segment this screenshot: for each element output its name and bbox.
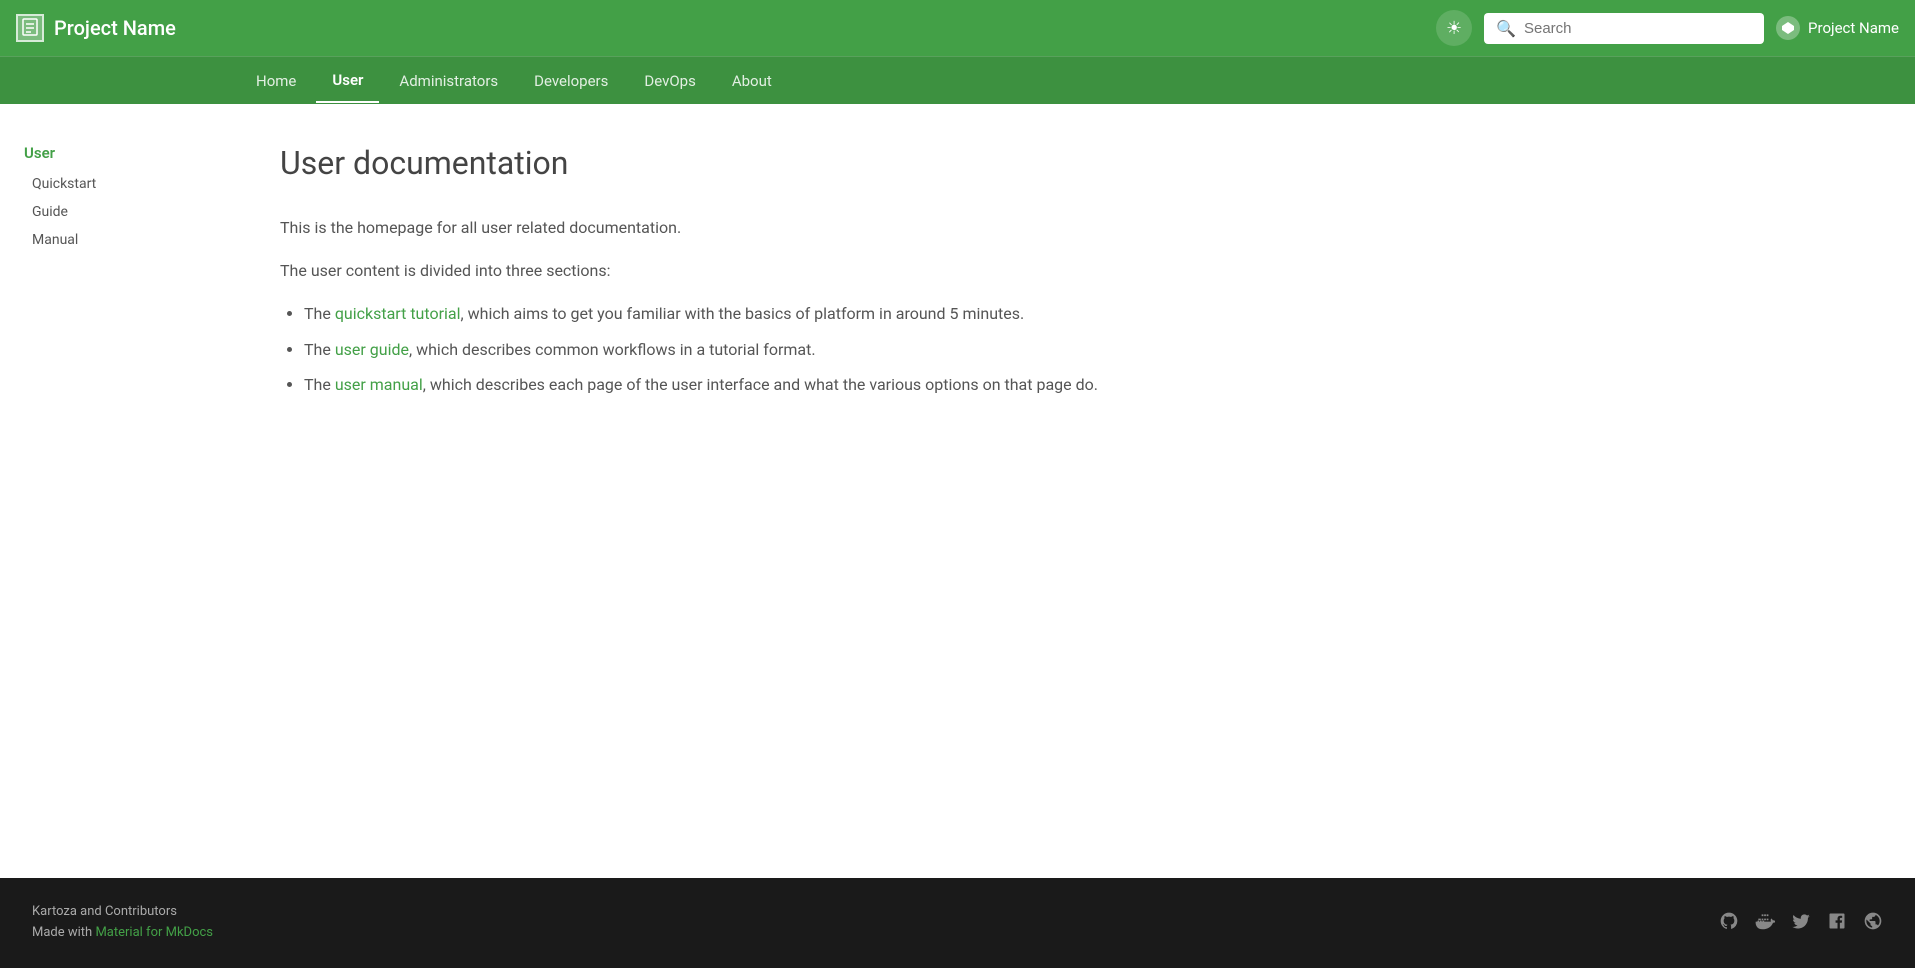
footer-made-with: Made with Material for MkDocs [32,923,213,944]
theme-toggle-button[interactable]: ☀ [1436,10,1472,46]
user-guide-link[interactable]: user guide [335,340,409,359]
sidebar-heading: User [24,144,216,162]
footer-icons [1719,911,1883,936]
content-list: The quickstart tutorial, which aims to g… [304,300,1100,398]
project-name: Project Name [54,16,176,40]
docker-icon[interactable] [1755,911,1775,936]
intro-paragraph-1: This is the homepage for all user relate… [280,214,1100,241]
list-item-prefix-1: The [304,304,335,323]
list-item-manual: The user manual, which describes each pa… [304,371,1100,398]
facebook-icon[interactable] [1827,911,1847,936]
theme-icon: ☀ [1446,18,1462,39]
github-icon[interactable] [1719,911,1739,936]
nav-item-user[interactable]: User [316,59,379,103]
sidebar: User Quickstart Guide Manual [0,144,240,838]
search-input[interactable] [1524,20,1752,37]
footer-made-with-prefix: Made with [32,925,95,940]
user-manual-link[interactable]: user manual [335,375,423,394]
logo-area[interactable]: Project Name [16,14,176,42]
sidebar-item-manual[interactable]: Manual [24,226,216,254]
sidebar-item-guide[interactable]: Guide [24,198,216,226]
list-item-prefix-3: The [304,375,335,394]
list-item-prefix-2: The [304,340,335,359]
footer-mkdocs-link[interactable]: Material for MkDocs [95,925,213,940]
header-brand[interactable]: Project Name [1776,16,1899,40]
footer: Kartoza and Contributors Made with Mater… [0,878,1915,968]
sidebar-item-quickstart[interactable]: Quickstart [24,170,216,198]
nav-bar: Home User Administrators Developers DevO… [0,56,1915,104]
quickstart-link[interactable]: quickstart tutorial [335,304,461,323]
logo-icon [16,14,44,42]
search-icon: 🔍 [1496,19,1516,38]
footer-author: Kartoza and Contributors [32,902,213,923]
footer-credit: Kartoza and Contributors Made with Mater… [32,902,213,944]
page-title: User documentation [280,144,1100,182]
twitter-icon[interactable] [1791,911,1811,936]
nav-item-developers[interactable]: Developers [518,60,624,102]
brand-name-label: Project Name [1808,19,1899,37]
list-item-guide: The user guide, which describes common w… [304,336,1100,363]
list-item-suffix-1: , which aims to get you familiar with th… [460,304,1024,323]
main-wrapper: User Quickstart Guide Manual User docume… [0,104,1915,878]
list-item-quickstart: The quickstart tutorial, which aims to g… [304,300,1100,327]
list-item-suffix-2: , which describes common workflows in a … [409,340,816,359]
brand-icon [1776,16,1800,40]
list-item-suffix-3: , which describes each page of the user … [423,375,1098,394]
intro-paragraph-2: The user content is divided into three s… [280,257,1100,284]
search-box[interactable]: 🔍 [1484,13,1764,44]
content-area: User documentation This is the homepage … [240,144,1140,838]
nav-item-administrators[interactable]: Administrators [383,60,514,102]
globe-icon[interactable] [1863,911,1883,936]
nav-item-devops[interactable]: DevOps [628,60,711,102]
nav-item-about[interactable]: About [716,60,788,102]
nav-item-home[interactable]: Home [240,60,312,102]
